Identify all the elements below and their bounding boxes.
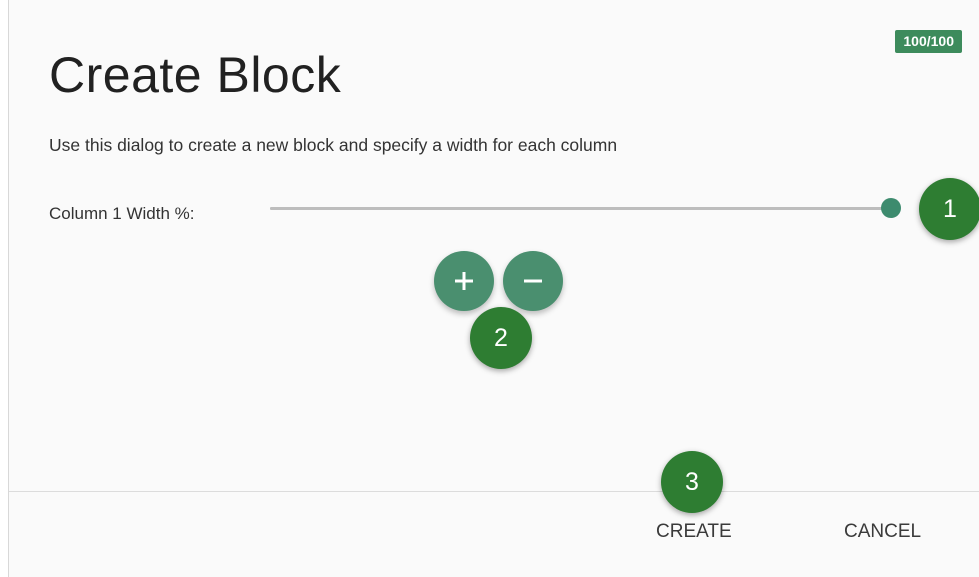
add-column-button[interactable] bbox=[434, 251, 494, 311]
column-width-slider-track[interactable] bbox=[270, 207, 900, 210]
dialog-title: Create Block bbox=[49, 47, 342, 103]
plus-icon bbox=[455, 272, 473, 290]
score-badge: 100/100 bbox=[895, 30, 962, 53]
create-button[interactable]: CREATE bbox=[656, 521, 732, 543]
create-block-dialog: 100/100 Create Block Use this dialog to … bbox=[8, 0, 979, 577]
minus-icon bbox=[524, 279, 542, 283]
column-width-slider-thumb[interactable] bbox=[881, 198, 901, 218]
step-marker-1: 1 bbox=[919, 178, 979, 240]
column-width-slider-fill bbox=[270, 207, 900, 210]
footer-divider bbox=[9, 491, 979, 492]
cancel-button[interactable]: CANCEL bbox=[844, 521, 921, 543]
column-width-label: Column 1 Width %: bbox=[49, 204, 195, 223]
step-marker-2: 2 bbox=[470, 307, 532, 369]
remove-column-button[interactable] bbox=[503, 251, 563, 311]
dialog-description: Use this dialog to create a new block an… bbox=[49, 135, 618, 155]
step-marker-3: 3 bbox=[661, 451, 723, 513]
